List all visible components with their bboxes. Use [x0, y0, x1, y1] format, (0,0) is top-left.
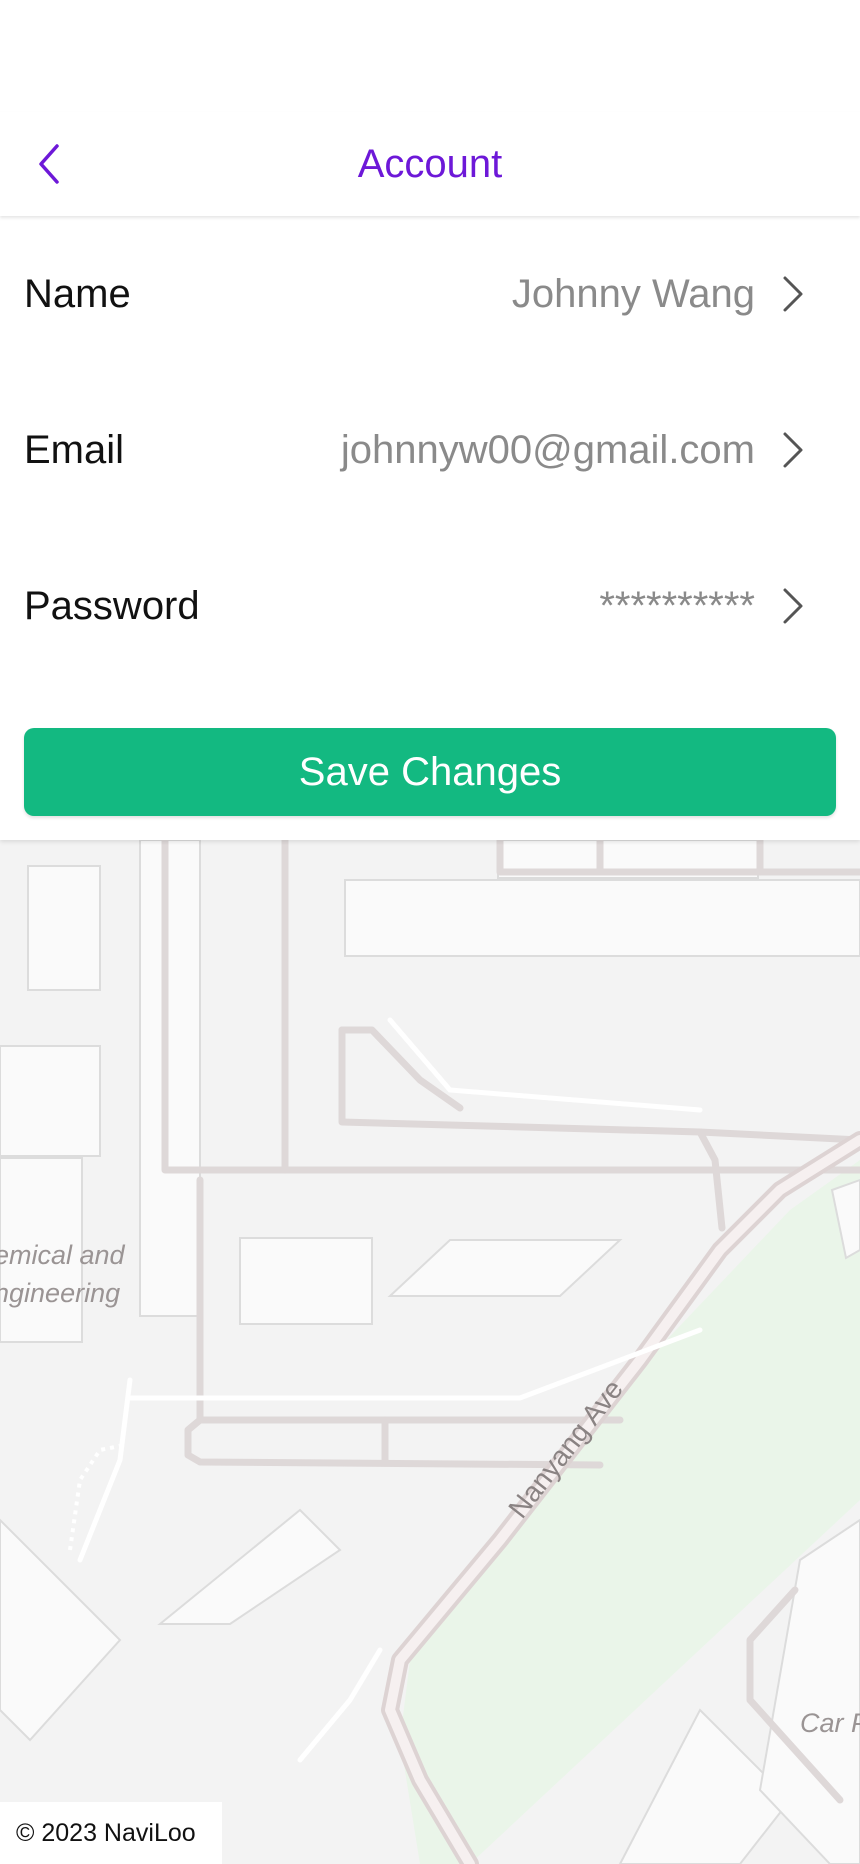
password-row[interactable]: Password ********** — [0, 528, 860, 684]
chevron-right-icon — [783, 276, 803, 312]
name-label: Name — [24, 272, 131, 316]
map-building — [139, 839, 201, 1317]
app-header: Account — [0, 112, 860, 216]
status-bar — [0, 0, 860, 112]
chevron-left-icon — [39, 144, 59, 184]
chevron-right-icon — [783, 432, 803, 468]
email-row[interactable]: Email johnnyw00@gmail.com — [0, 372, 860, 528]
map-building — [0, 1045, 101, 1157]
map-building-label: emical and — [0, 1240, 126, 1270]
name-value: Johnny Wang — [511, 272, 755, 316]
email-label: Email — [24, 428, 125, 472]
map-carpark-label: Car P — [800, 1708, 860, 1738]
name-row[interactable]: Name Johnny Wang — [0, 216, 860, 372]
password-label: Password — [24, 584, 200, 628]
back-button[interactable] — [24, 134, 84, 194]
page-title: Account — [357, 142, 503, 186]
password-value: ********** — [599, 584, 755, 628]
map-building — [344, 879, 860, 957]
save-changes-button[interactable]: Save Changes — [24, 728, 836, 816]
copyright-footer: © 2023 NaviLoo — [0, 1802, 222, 1864]
email-value: johnnyw00@gmail.com — [340, 428, 755, 472]
map-building — [27, 865, 101, 991]
map-building-label: ngineering — [0, 1278, 120, 1308]
account-form: Name Johnny Wang Email johnnyw00@gmail.c… — [0, 216, 860, 840]
chevron-right-icon — [783, 588, 803, 624]
map-building — [239, 1237, 373, 1325]
